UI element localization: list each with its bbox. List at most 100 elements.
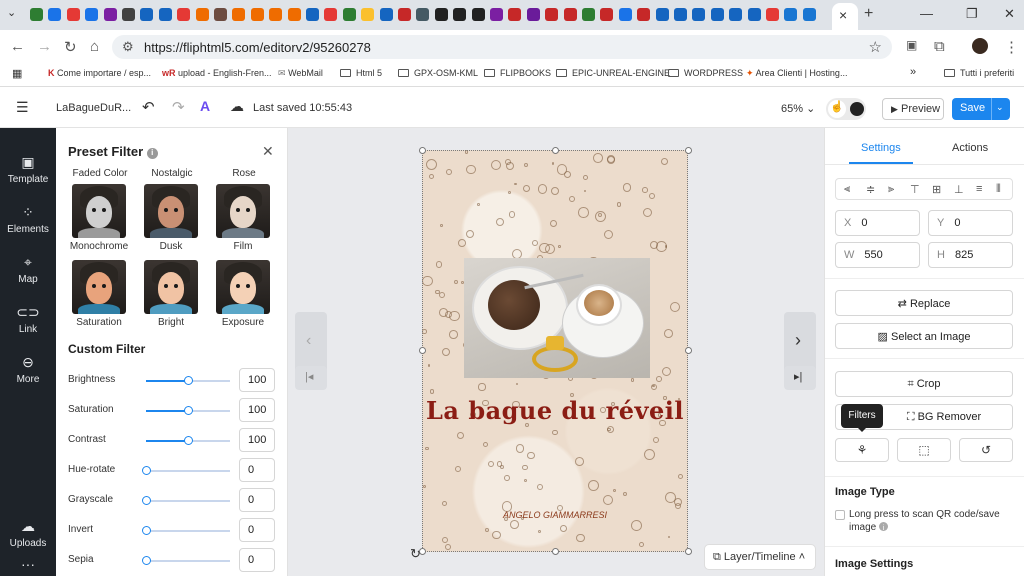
zoom-dropdown[interactable]: 65% ⌄ (781, 102, 815, 115)
slider-knob[interactable] (184, 406, 193, 415)
more-bookmarks-icon[interactable]: » (910, 66, 916, 78)
pinned-tab-favicon[interactable] (103, 8, 117, 21)
preset-thumbnail[interactable] (72, 260, 126, 314)
pinned-tab-favicon[interactable] (526, 8, 540, 21)
slider-track[interactable] (142, 526, 230, 535)
slider-track[interactable] (146, 406, 230, 415)
document-name[interactable]: LaBagueDuR... (56, 102, 131, 114)
pinned-tab-favicon[interactable] (637, 8, 651, 21)
height-field[interactable]: H 825 (928, 242, 1013, 268)
pinned-tab-favicon[interactable] (324, 8, 338, 21)
pinned-tab-favicon[interactable] (140, 8, 154, 21)
close-panel-icon[interactable]: ✕ (262, 143, 274, 160)
y-field[interactable]: Y0 (928, 210, 1013, 236)
select-image-button[interactable]: ▨ Select an Image (835, 323, 1013, 349)
close-tab-icon[interactable]: × (839, 7, 847, 23)
replace-button[interactable]: ⇄ Replace (835, 290, 1013, 316)
forward-icon[interactable]: → (37, 38, 52, 55)
slider-knob[interactable] (142, 496, 151, 505)
browser-menu-icon[interactable]: ⋮ (1004, 38, 1019, 56)
new-tab-button[interactable]: + (864, 5, 873, 23)
pinned-tab-favicon[interactable] (508, 8, 522, 21)
pinned-tab-favicon[interactable] (766, 8, 779, 21)
rail-item-more[interactable]: ⊖ More (0, 354, 56, 385)
pinned-tab-favicon[interactable] (232, 8, 246, 21)
info-icon[interactable]: i (146, 148, 158, 159)
pinned-tab-favicon[interactable] (655, 8, 669, 21)
width-field[interactable]: W 550 (835, 242, 920, 268)
bookmark-item[interactable]: ✉ WebMail (278, 68, 323, 79)
pinned-tab-favicon[interactable] (250, 8, 264, 21)
slider-value-input[interactable]: 0 (239, 488, 275, 512)
preset-thumbnail[interactable] (144, 260, 198, 314)
pinned-tab-favicon[interactable] (195, 8, 209, 21)
pinned-tab-favicon[interactable] (674, 8, 687, 21)
ai-icon[interactable]: A (200, 98, 210, 114)
rail-item-elements[interactable]: ⁘ Elements (0, 204, 56, 235)
resize-handle[interactable] (419, 347, 426, 354)
pinned-tab-favicon[interactable] (434, 8, 448, 21)
slider-value-input[interactable]: 0 (239, 518, 275, 542)
pinned-tab-favicon[interactable] (729, 8, 743, 21)
pinned-tab-favicon[interactable] (416, 8, 430, 21)
close-window-icon[interactable]: ✕ (1004, 6, 1015, 22)
profile-avatar[interactable] (972, 38, 988, 54)
qr-checkbox[interactable] (835, 510, 845, 520)
rail-item-link[interactable]: ⊂⊃ Link (0, 304, 56, 335)
tab-actions[interactable]: Actions (952, 142, 988, 154)
address-bar[interactable]: ⚙ https://fliphtml5.com/editorv2/9526027… (112, 35, 892, 59)
pinned-tab-favicon[interactable] (490, 8, 503, 21)
mask-button[interactable]: ⬚ (897, 438, 951, 462)
pinned-tab-favicon[interactable] (784, 8, 798, 21)
bookmark-folder[interactable]: GPX-OSM-KML (398, 68, 478, 78)
slider-value-input[interactable]: 100 (239, 428, 275, 452)
slider-value-input[interactable]: 0 (239, 548, 275, 572)
distribute-horizontal-icon[interactable]: ⦀ (996, 183, 1001, 196)
resize-handle[interactable] (419, 147, 426, 154)
interaction-toggle[interactable]: ☝ (826, 98, 866, 120)
pinned-tab-favicon[interactable] (618, 8, 632, 21)
slider-value-input[interactable]: 100 (239, 398, 275, 422)
pinned-tab-favicon[interactable] (398, 8, 411, 21)
pinned-tab-favicon[interactable] (30, 8, 43, 21)
pinned-tab-favicon[interactable] (287, 8, 301, 21)
layer-timeline-button[interactable]: ⧉ Layer/Timeline ˄ (704, 544, 816, 570)
pinned-tab-favicon[interactable] (692, 8, 706, 21)
apps-grid-icon[interactable]: ▦ (12, 67, 22, 80)
pinned-tab-favicon[interactable] (48, 8, 62, 21)
active-tab[interactable]: × (832, 3, 858, 30)
bookmark-folder[interactable]: FLIPBOOKS (484, 68, 551, 78)
maximize-icon[interactable]: ❐ (966, 6, 978, 22)
pinned-tab-favicon[interactable] (802, 8, 816, 21)
site-info-icon[interactable]: ⚙ (122, 39, 134, 55)
pinned-tab-favicon[interactable] (471, 8, 485, 21)
align-bottom-icon[interactable]: ⊥ (954, 183, 964, 196)
rail-overflow-icon[interactable]: ··· (0, 556, 56, 572)
align-center-icon[interactable]: ≑ (866, 183, 875, 196)
save-button[interactable]: Save ⌄ (952, 98, 1010, 120)
last-page-button[interactable]: ▸| (784, 366, 816, 390)
align-right-icon[interactable]: ⫸ (888, 183, 894, 196)
reload-icon[interactable]: ↻ (64, 38, 77, 56)
url-text[interactable]: https://fliphtml5.com/editorv2/95260278 (144, 40, 371, 55)
pinned-tab-favicon[interactable] (342, 8, 356, 21)
slider-value-input[interactable]: 0 (239, 458, 275, 482)
save-options-icon[interactable]: ⌄ (996, 102, 1004, 113)
reset-button[interactable]: ↺ (959, 438, 1013, 462)
first-page-button[interactable]: |◂ (295, 366, 327, 390)
slider-knob[interactable] (184, 436, 193, 445)
bookmark-item[interactable]: K Come importare / esp... (48, 68, 151, 78)
pinned-tab-favicon[interactable] (158, 8, 172, 21)
pinned-tab-favicon[interactable] (177, 8, 191, 21)
align-top-icon[interactable]: ⊤ (910, 183, 920, 196)
back-icon[interactable]: ← (10, 38, 25, 55)
pinned-tab-favicon[interactable] (453, 8, 467, 21)
minimize-icon[interactable]: — (920, 6, 933, 21)
pinned-tab-favicon[interactable] (563, 8, 577, 21)
bookmark-folder[interactable]: Tutti i preferiti (944, 68, 1014, 78)
pinned-tab-favicon[interactable] (600, 8, 614, 21)
slider-knob[interactable] (184, 376, 193, 385)
hamburger-menu-icon[interactable]: ☰ (16, 99, 29, 116)
resize-handle[interactable] (552, 147, 559, 154)
pinned-tab-favicon[interactable] (122, 8, 135, 21)
